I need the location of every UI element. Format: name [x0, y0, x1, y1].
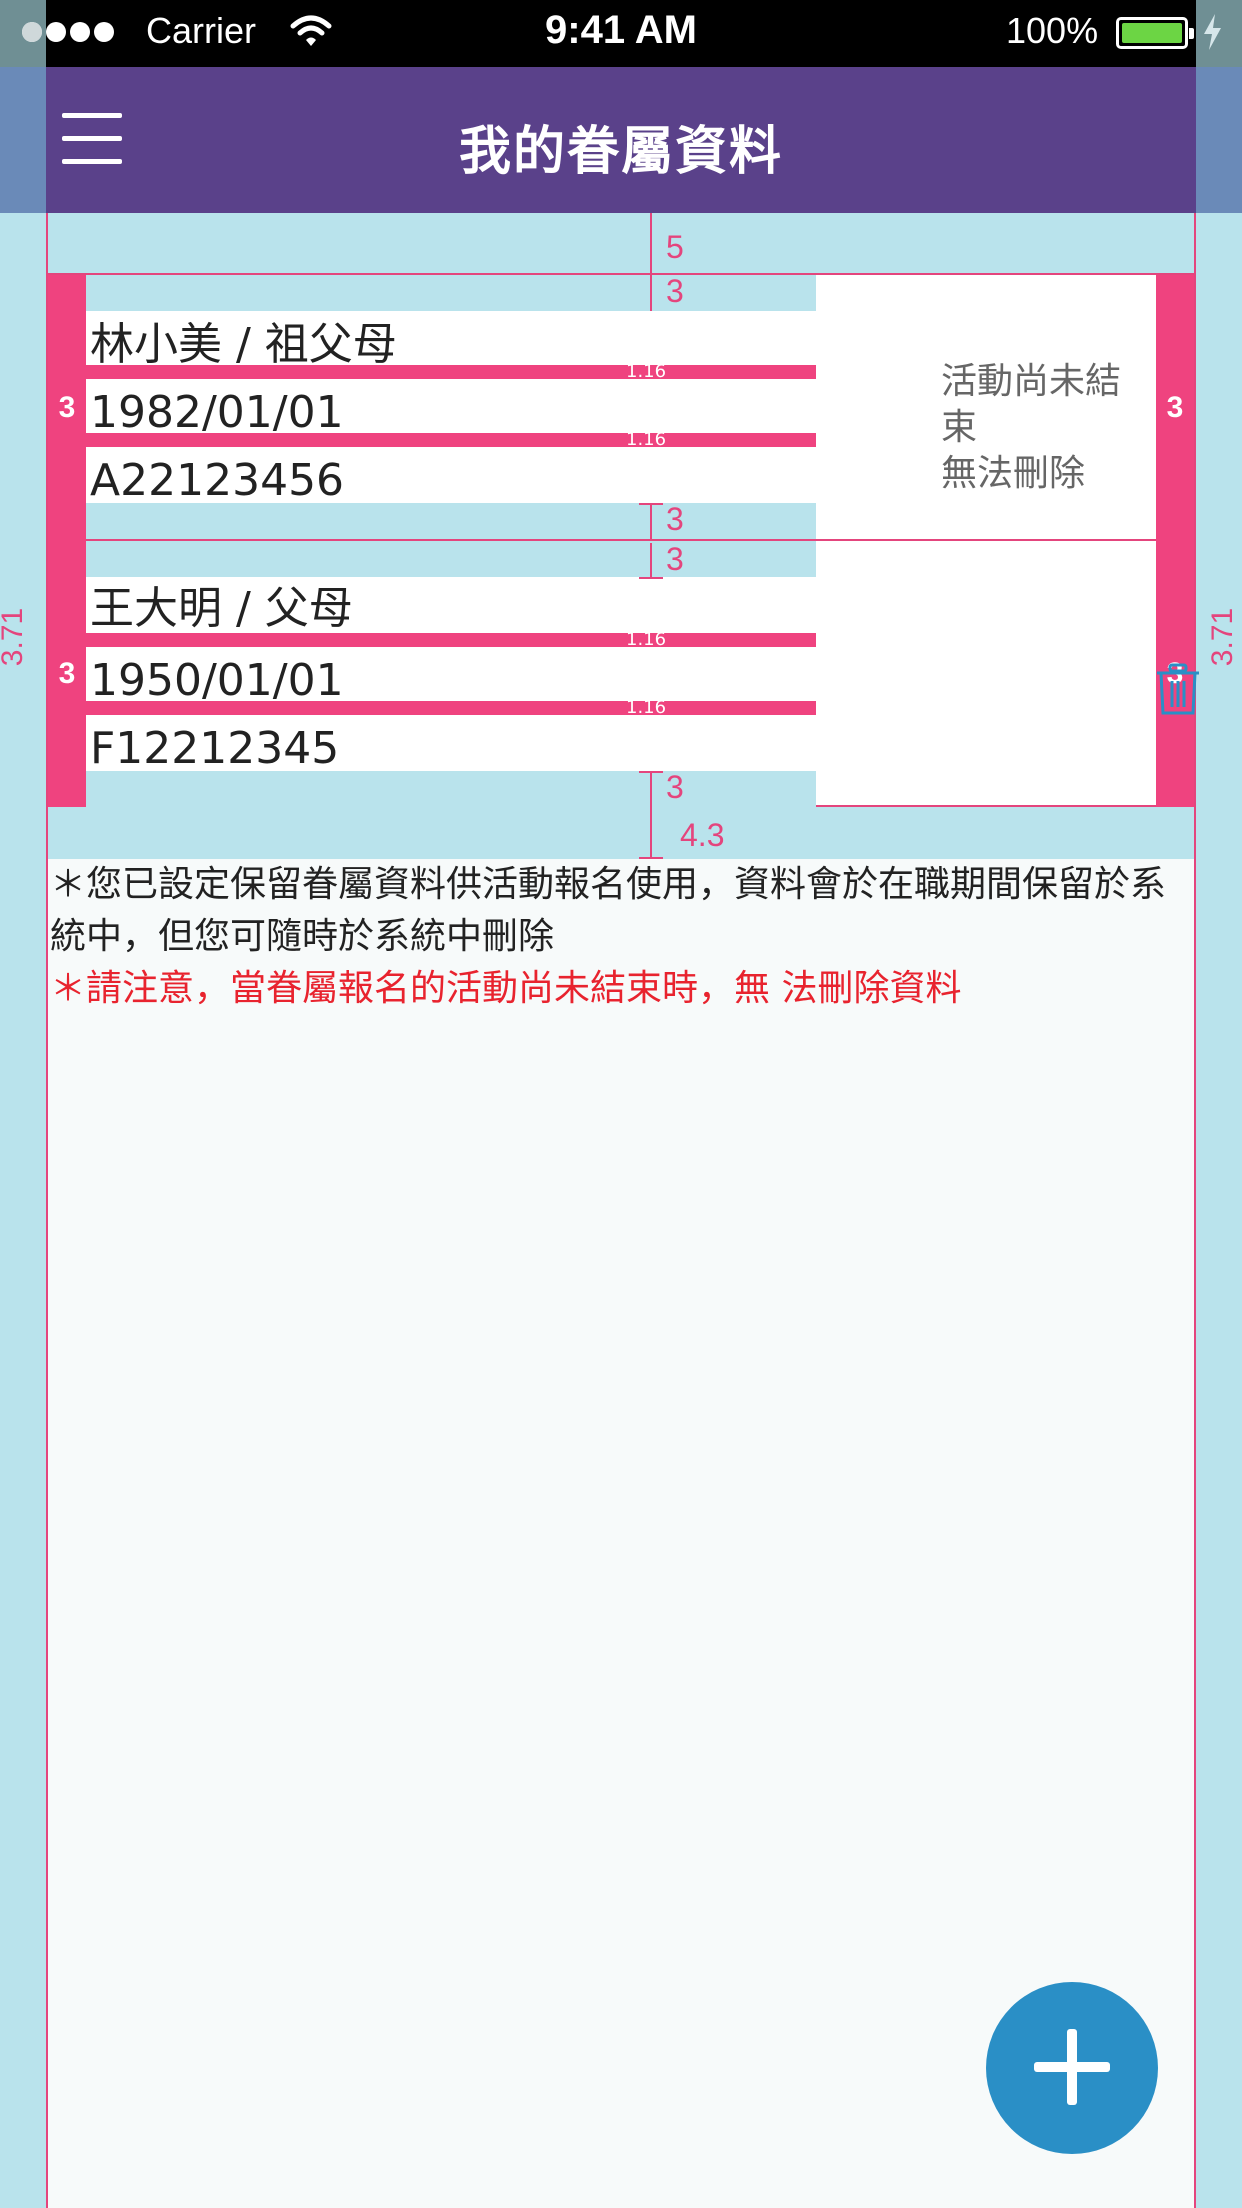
line-separator: 1.16 — [86, 697, 816, 718]
dimension-line — [650, 275, 652, 311]
list-right-padding: 3 3 — [1156, 275, 1194, 807]
dimension-line — [650, 543, 652, 579]
battery-icon — [1116, 17, 1194, 49]
top-spacing — [48, 213, 1194, 275]
line-separator: 1.16 — [86, 629, 816, 650]
dimension-line — [650, 771, 652, 807]
dimension-tick — [639, 503, 663, 505]
row-pad-annotation: 3 — [666, 501, 684, 537]
dimension-line — [650, 807, 652, 859]
dependents-list: 3 3 3 3 林小美 / 祖父母 1.16 1982/01/01 1.16 A… — [48, 273, 1199, 807]
plus-icon — [1067, 2029, 1077, 2105]
list-left-padding: 3 3 — [48, 275, 86, 807]
row-pad-annotation: 3 — [666, 273, 684, 309]
row-bottom-padding — [86, 503, 816, 539]
side-pad-annotation: 3 — [58, 391, 76, 424]
nav-bar: 我的眷屬資料 — [0, 67, 1242, 213]
top-gap-annotation: 5 — [666, 229, 684, 265]
row-top-padding — [86, 541, 816, 577]
row-pad-annotation: 3 — [666, 541, 684, 577]
dimension-tick — [639, 577, 663, 579]
trash-icon[interactable] — [1154, 663, 1202, 717]
cannot-delete-line2: 無法刪除 — [941, 453, 1086, 494]
notes-section: ＊您已設定保留眷屬資料供活動報名使用，資料會於在職期間保留於系統中，但您可隨時於… — [50, 859, 1192, 1015]
charging-icon — [1204, 14, 1221, 50]
cannot-delete-line1: 活動尚未結束 — [941, 361, 1122, 448]
dimension-tick — [639, 771, 663, 773]
info-note: ＊您已設定保留眷屬資料供活動報名使用，資料會於在職期間保留於系統中，但您可隨時於… — [50, 864, 1167, 957]
main-content: 5 3 3 3 3 林小美 / 祖父母 1.16 1982/01/01 1.16… — [46, 213, 1199, 2208]
row-bottom-padding — [86, 771, 816, 807]
add-dependent-button[interactable] — [986, 1982, 1158, 2154]
side-pad-annotation: 3 — [1166, 391, 1184, 424]
line-separator: 1.16 — [86, 361, 816, 382]
side-pad-annotation: 3 — [58, 657, 76, 690]
status-bar: Carrier 9:41 AM 100% — [0, 0, 1242, 67]
list-item[interactable]: 林小美 / 祖父母 1.16 1982/01/01 1.16 A22123456… — [86, 275, 1156, 541]
side-margin-annotation: 3.71 — [1206, 607, 1240, 667]
page-title: 我的眷屬資料 — [458, 122, 783, 182]
bottom-spacing — [48, 807, 1194, 859]
battery-percent: 100% — [1006, 10, 1099, 51]
dimension-line — [650, 503, 652, 539]
side-margin-annotation: 3.71 — [0, 607, 30, 667]
line-separator: 1.16 — [86, 429, 816, 450]
row-top-padding — [86, 275, 816, 311]
cannot-delete-note: 活動尚未結束 無法刪除 — [941, 359, 1156, 497]
warning-note: ＊請注意，當眷屬報名的活動尚未結束時，無 法刪除資料 — [50, 968, 962, 1009]
bottom-gap-annotation: 4.3 — [680, 817, 725, 853]
list-item[interactable]: 王大明 / 父母 1.16 1950/01/01 1.16 F12212345 — [86, 541, 1199, 807]
row-pad-annotation: 3 — [666, 769, 684, 805]
